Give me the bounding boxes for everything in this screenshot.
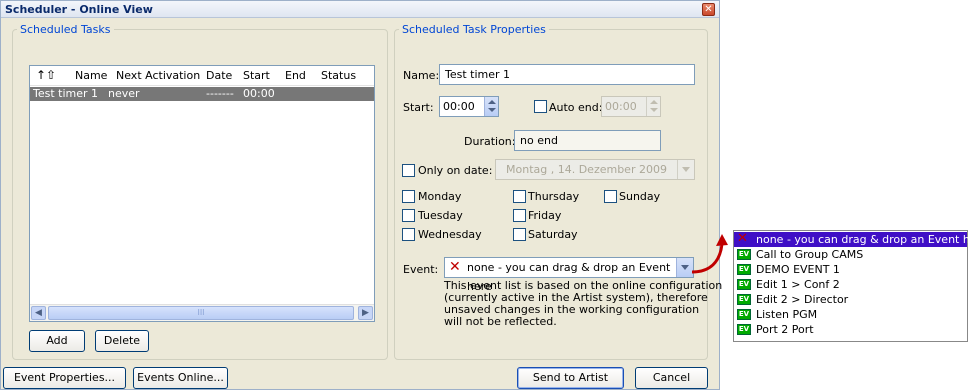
start-label: Start: bbox=[403, 101, 434, 114]
event-item-label: Listen PGM bbox=[756, 308, 818, 321]
ev-icon: EV bbox=[737, 264, 751, 275]
scroll-left-icon[interactable]: ◀ bbox=[31, 306, 46, 320]
date-value: Montag , 14. Dezember 2009 bbox=[506, 163, 667, 176]
ev-icon: EV bbox=[737, 249, 751, 260]
row-start: 00:00 bbox=[243, 87, 275, 100]
thursday-label: Thursday bbox=[528, 190, 580, 203]
name-label: Name: bbox=[403, 69, 440, 82]
event-item-label: Port 2 Port bbox=[756, 323, 814, 336]
friday-checkbox[interactable] bbox=[513, 209, 526, 222]
scheduler-window: Scheduler - Online View ✕ Scheduled Task… bbox=[0, 0, 722, 390]
col-date[interactable]: Date bbox=[206, 69, 232, 82]
sunday-checkbox[interactable] bbox=[604, 190, 617, 203]
scroll-right-icon[interactable]: ▶ bbox=[358, 306, 373, 320]
event-item[interactable]: EV Listen PGM bbox=[734, 307, 967, 322]
auto-end-value: 00:00 bbox=[605, 100, 637, 113]
sunday-label: Sunday bbox=[619, 190, 661, 203]
date-dropdown-icon[interactable] bbox=[677, 160, 694, 179]
auto-end-spinner[interactable] bbox=[646, 97, 660, 116]
event-item-label: DEMO EVENT 1 bbox=[756, 263, 840, 276]
ev-icon: EV bbox=[737, 324, 751, 335]
auto-end-checkbox[interactable] bbox=[534, 100, 547, 113]
close-icon[interactable]: ✕ bbox=[702, 3, 715, 16]
tasks-list[interactable]: ↑⇧ Name Next Activation Date Start End S… bbox=[29, 65, 375, 322]
start-time-field[interactable]: 00:00 bbox=[439, 96, 499, 117]
event-item-label: none - you can drag & drop an Event here bbox=[756, 233, 970, 246]
auto-end-label: Auto end: bbox=[549, 101, 603, 114]
cancel-button[interactable]: Cancel bbox=[635, 367, 708, 389]
wednesday-checkbox[interactable] bbox=[402, 228, 415, 241]
event-item[interactable]: EV DEMO EVENT 1 bbox=[734, 262, 967, 277]
tuesday-checkbox[interactable] bbox=[402, 209, 415, 222]
saturday-checkbox[interactable] bbox=[513, 228, 526, 241]
tuesday-label: Tuesday bbox=[418, 209, 463, 222]
col-next-activation[interactable]: Next Activation bbox=[116, 69, 200, 82]
window-title: Scheduler - Online View bbox=[5, 3, 153, 16]
event-dropdown[interactable]: ✕ none - you can drag & drop an Event he… bbox=[444, 257, 694, 293]
table-row[interactable]: Test timer 1 never ------- 00:00 bbox=[30, 87, 374, 101]
col-start[interactable]: Start bbox=[243, 69, 270, 82]
thursday-checkbox[interactable] bbox=[513, 190, 526, 203]
start-spinner[interactable] bbox=[484, 97, 498, 116]
red-x-icon: ✕ bbox=[449, 259, 461, 275]
col-status[interactable]: Status bbox=[321, 69, 356, 82]
row-name: Test timer 1 bbox=[33, 87, 99, 100]
task-properties-legend: Scheduled Task Properties bbox=[402, 23, 546, 36]
monday-label: Monday bbox=[418, 190, 462, 203]
ev-icon: EV bbox=[737, 294, 751, 305]
auto-end-field[interactable]: 00:00 bbox=[601, 96, 661, 117]
event-label: Event: bbox=[403, 263, 439, 276]
event-item-label: Call to Group CAMS bbox=[756, 248, 864, 261]
ev-icon: EV bbox=[737, 279, 751, 290]
event-list-popup: ✕ none - you can drag & drop an Event he… bbox=[733, 230, 970, 342]
note-line: will not be reflected. bbox=[444, 315, 557, 328]
wednesday-label: Wednesday bbox=[418, 228, 482, 241]
event-note: This event list is based on the online c… bbox=[444, 280, 722, 328]
duration-label: Duration: bbox=[464, 135, 516, 148]
event-item-label: Edit 1 > Conf 2 bbox=[756, 278, 840, 291]
name-field[interactable]: Test timer 1 bbox=[439, 64, 695, 85]
duration-field: no end bbox=[514, 130, 661, 151]
scroll-thumb[interactable]: III bbox=[48, 306, 354, 320]
red-x-icon: ✕ bbox=[737, 231, 748, 246]
date-picker[interactable]: Montag , 14. Dezember 2009 bbox=[495, 159, 695, 180]
event-item[interactable]: EV Call to Group CAMS bbox=[734, 247, 967, 262]
col-end[interactable]: End bbox=[285, 69, 306, 82]
event-item-label: Edit 2 > Director bbox=[756, 293, 849, 306]
tasks-list-header: ↑⇧ Name Next Activation Date Start End S… bbox=[30, 66, 374, 86]
only-on-date-label: Only on date: bbox=[418, 164, 493, 177]
event-properties-button[interactable]: Event Properties... bbox=[3, 367, 126, 389]
event-item[interactable]: EV Port 2 Port bbox=[734, 322, 967, 337]
row-date: ------- bbox=[206, 87, 234, 100]
friday-label: Friday bbox=[528, 209, 562, 222]
add-button[interactable]: Add bbox=[29, 330, 85, 352]
event-item-none[interactable]: ✕ none - you can drag & drop an Event he… bbox=[734, 231, 970, 247]
sort-up-icon[interactable]: ↑⇧ bbox=[36, 68, 56, 82]
horizontal-scrollbar[interactable]: ◀ III ▶ bbox=[30, 304, 374, 321]
col-name[interactable]: Name bbox=[75, 69, 107, 82]
only-on-date-checkbox[interactable] bbox=[402, 164, 415, 177]
event-item[interactable]: EV Edit 2 > Director bbox=[734, 292, 967, 307]
start-time-value: 00:00 bbox=[443, 100, 475, 113]
monday-checkbox[interactable] bbox=[402, 190, 415, 203]
scheduled-tasks-legend: Scheduled Tasks bbox=[20, 23, 111, 36]
event-item[interactable]: EV Edit 1 > Conf 2 bbox=[734, 277, 967, 292]
row-next-activation: never bbox=[108, 87, 140, 100]
send-to-artist-button[interactable]: Send to Artist bbox=[517, 367, 624, 389]
ev-icon: EV bbox=[737, 309, 751, 320]
events-online-button[interactable]: Events Online... bbox=[133, 367, 228, 389]
title-bar[interactable]: Scheduler - Online View ✕ bbox=[1, 1, 719, 18]
delete-button[interactable]: Delete bbox=[95, 330, 149, 352]
saturday-label: Saturday bbox=[528, 228, 578, 241]
